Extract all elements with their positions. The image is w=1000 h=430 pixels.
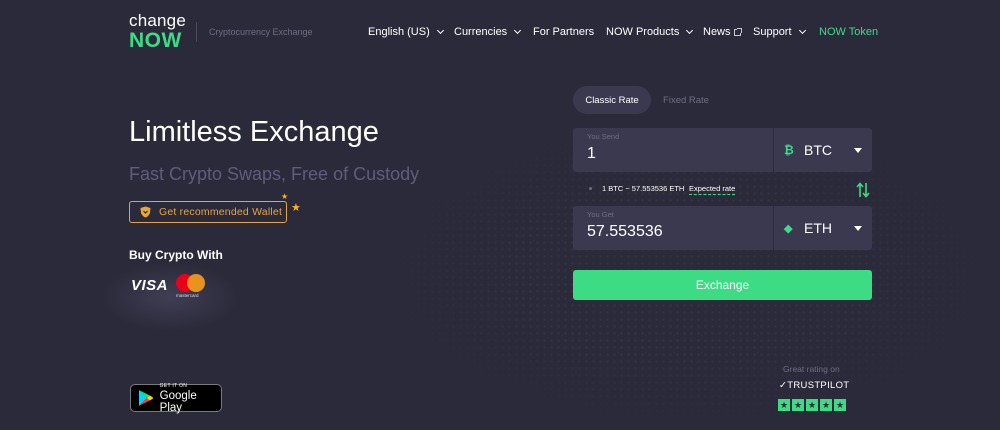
wallet-button-label: Get recommended Wallet	[159, 206, 283, 218]
external-link-icon	[733, 27, 742, 36]
nav-currencies-label: Currencies	[454, 26, 508, 38]
nav-products-label: NOW Products	[606, 26, 680, 38]
send-amount-field: You Send 1 ₿ BTC	[573, 128, 872, 172]
bitcoin-icon: ₿	[784, 143, 794, 157]
expected-rate-link[interactable]: Expected rate	[689, 184, 736, 195]
trustpilot-name: TRUSTPILOT	[787, 380, 850, 391]
logo-tagline: Cryptocurrency Exchange	[209, 27, 313, 37]
trustpilot-logo[interactable]: ✓TRUSTPILOT	[779, 380, 849, 391]
tab-fixed-rate[interactable]: Fixed Rate	[651, 86, 721, 114]
nav-news-label: News	[703, 26, 731, 38]
star-sparkle-icon: ★	[281, 192, 289, 201]
nav-now-products-menu[interactable]: NOW Products	[606, 26, 694, 38]
hero-subtitle: Fast Crypto Swaps, Free of Custody	[129, 164, 420, 184]
nav-language-label: English (US)	[368, 26, 430, 38]
logo-divider	[196, 22, 197, 42]
send-currency-name: BTC	[804, 142, 832, 158]
google-play-icon	[138, 390, 153, 406]
caret-down-icon	[854, 148, 862, 153]
nav-for-partners-link[interactable]: For Partners	[533, 26, 594, 38]
exchange-rate-text: 1 BTC ~ 57.553536 ETH	[602, 184, 685, 193]
google-play-badge[interactable]: GET IT ON Google Play	[130, 383, 222, 414]
nav-language-menu[interactable]: English (US)	[368, 26, 444, 38]
get-recommended-wallet-button[interactable]: Get recommended Wallet	[129, 201, 287, 223]
exchange-button[interactable]: Exchange	[573, 270, 872, 300]
caret-down-icon	[854, 226, 862, 231]
nav-currencies-menu[interactable]: Currencies	[454, 26, 522, 38]
star-icon: ★	[820, 399, 832, 411]
nav-news-link[interactable]: News	[703, 26, 742, 38]
google-play-text: GET IT ON Google Play	[160, 383, 221, 414]
hero-title: Limitless Exchange	[129, 116, 379, 148]
visa-logo[interactable]: VISA	[131, 277, 168, 294]
chevron-down-icon	[514, 26, 522, 35]
buy-crypto-with-label: Buy Crypto With	[129, 248, 223, 262]
star-icon: ★	[834, 399, 846, 411]
payment-glow	[100, 262, 240, 332]
get-field-label: You Get	[587, 210, 614, 219]
nav-token-label: NOW Token	[819, 26, 879, 38]
google-play-big-text: Google Play	[159, 389, 197, 414]
mastercard-orange-circle	[187, 274, 205, 292]
mastercard-wordmark: mastercard	[176, 293, 199, 298]
tab-classic-rate[interactable]: Classic Rate	[573, 86, 651, 114]
star-sparkle-icon: ★	[291, 202, 301, 214]
nav-partners-label: For Partners	[533, 26, 595, 38]
shield-icon	[140, 206, 151, 218]
send-amount-input[interactable]: 1	[587, 145, 596, 163]
star-icon: ★	[806, 399, 818, 411]
nav-support-label: Support	[753, 26, 792, 38]
trustpilot-stars: ★ ★ ★ ★ ★	[778, 399, 846, 411]
star-icon: ★	[792, 399, 804, 411]
send-field-label: You Send	[587, 132, 620, 141]
changenow-logo[interactable]: change NOW	[129, 12, 186, 51]
get-currency-name: ETH	[804, 220, 832, 236]
google-play-small-text: GET IT ON	[159, 382, 188, 389]
star-icon: ★	[778, 399, 790, 411]
chevron-down-icon	[798, 26, 806, 35]
nav-now-token-link[interactable]: NOW Token	[819, 26, 878, 38]
logo-text-change: change	[129, 11, 186, 30]
ethereum-icon: ◆	[784, 222, 793, 235]
swap-arrows-icon[interactable]	[856, 182, 870, 198]
trustpilot-great-rating-text: Great rating on	[783, 364, 840, 374]
send-currency-selector[interactable]: ₿ BTC	[773, 128, 872, 172]
chevron-down-icon	[436, 26, 444, 35]
get-currency-selector[interactable]: ◆ ETH	[773, 206, 872, 250]
get-amount-field: You Get 57.553536 ◆ ETH	[573, 206, 872, 250]
nav-support-menu[interactable]: Support	[753, 26, 806, 38]
rate-bullet	[589, 187, 592, 190]
mastercard-logo[interactable]: mastercard	[176, 274, 208, 300]
logo-text-now: NOW	[129, 29, 182, 52]
chevron-down-icon	[686, 26, 694, 35]
get-amount-input[interactable]: 57.553536	[587, 223, 663, 241]
